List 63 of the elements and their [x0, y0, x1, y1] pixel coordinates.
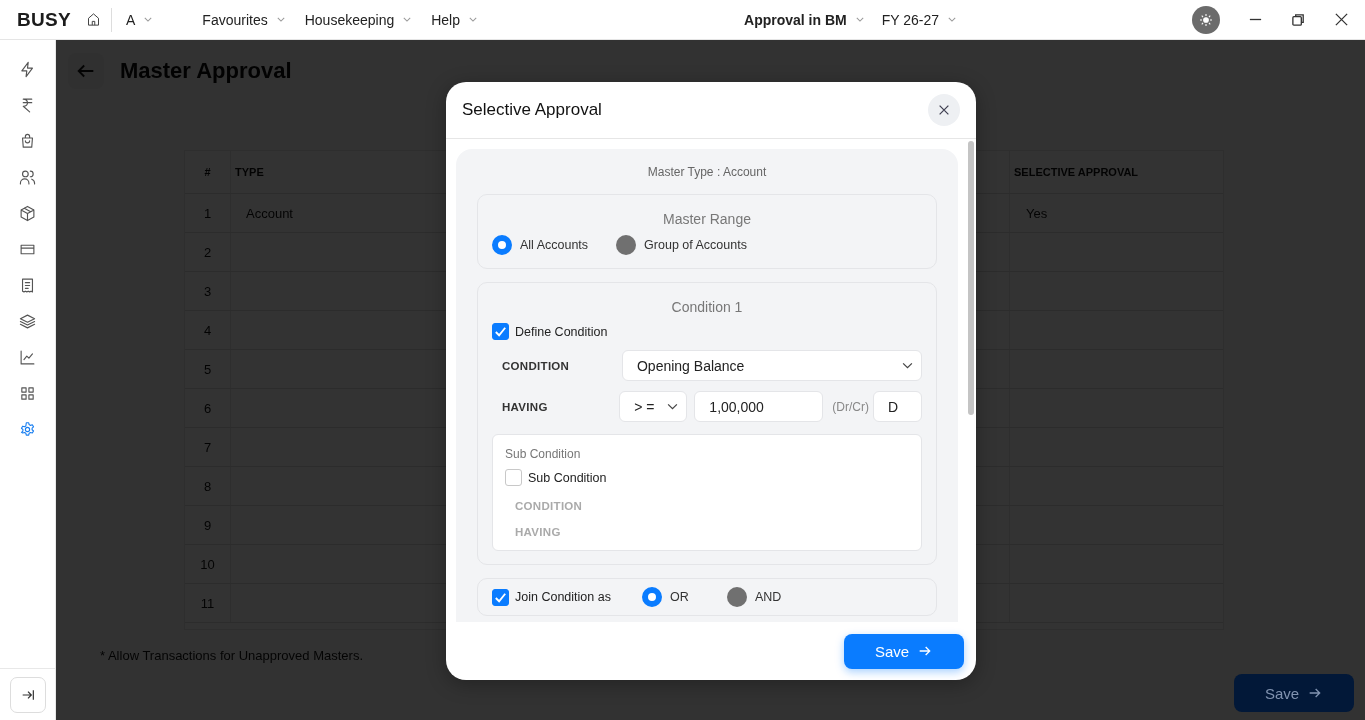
section-title: Sub Condition: [505, 447, 582, 461]
arrow-to-bar-icon: [20, 687, 36, 703]
close-icon[interactable]: [1334, 12, 1349, 27]
grid-icon[interactable]: [19, 385, 36, 402]
checkbox-label: Sub Condition: [528, 470, 607, 485]
line-chart-icon[interactable]: [19, 349, 36, 366]
dialog-title: Selective Approval: [462, 100, 602, 120]
menu-item[interactable]: Housekeeping: [304, 11, 412, 28]
save-button[interactable]: Save: [844, 633, 964, 669]
field-label: HAVING: [501, 400, 549, 413]
expand-sidebar-button[interactable]: [10, 677, 46, 713]
chevron-down-icon: [469, 17, 477, 22]
radio-label: OR: [670, 590, 689, 604]
scrollbar[interactable]: [968, 141, 974, 415]
sun-icon: [1198, 11, 1214, 28]
radio-button[interactable]: [616, 235, 637, 255]
dr-cr-field[interactable]: D: [873, 391, 922, 422]
save-button[interactable]: Save: [1234, 674, 1354, 712]
checkbox[interactable]: [492, 323, 509, 340]
chevron-down-icon: [276, 17, 285, 22]
bolt-icon[interactable]: [19, 61, 36, 78]
company-dropdown[interactable]: A: [126, 11, 153, 28]
settings-icon[interactable]: [19, 421, 36, 438]
radio-button[interactable]: [642, 587, 662, 607]
checkbox[interactable]: [492, 588, 509, 606]
radio-label: AND: [755, 590, 782, 604]
condition-select[interactable]: Opening Balance: [621, 350, 922, 381]
radio-button[interactable]: [727, 587, 747, 607]
chevron-down-icon: [667, 403, 679, 410]
home-icon[interactable]: [86, 12, 101, 27]
field-label: (Dr/Cr): [832, 399, 869, 414]
chevron-down-icon: [144, 17, 153, 22]
field-label: HAVING: [514, 526, 562, 538]
field-label: CONDITION: [514, 500, 584, 512]
chevron-down-icon: [855, 17, 864, 22]
chevron-down-icon: [948, 17, 957, 22]
shopping-bag-icon[interactable]: [19, 133, 36, 150]
master-type-label: Master Type : Account: [646, 165, 768, 179]
menu-item[interactable]: Favourites: [202, 11, 285, 28]
checkbox-label: Define Condition: [515, 324, 608, 339]
checkbox-label: Join Condition as: [515, 590, 611, 604]
radio-label: Group of Accounts: [644, 238, 747, 252]
restore-icon[interactable]: [1291, 12, 1306, 27]
context-dropdown[interactable]: Approval in BM: [744, 11, 864, 28]
section-title: Condition 1: [670, 299, 744, 315]
receipt-icon[interactable]: [19, 277, 36, 294]
logo: BUSY: [17, 8, 71, 31]
column-header: #: [185, 151, 231, 193]
section-title: Master Range: [662, 211, 752, 227]
chevron-down-icon: [403, 17, 412, 22]
chevron-down-icon: [902, 362, 913, 369]
year-dropdown[interactable]: FY 26-27: [881, 11, 957, 28]
field-label: CONDITION: [501, 359, 571, 372]
radio-button[interactable]: [492, 235, 512, 255]
operator-select[interactable]: > =: [619, 391, 688, 422]
radio-label: All Accounts: [520, 238, 589, 252]
close-icon: [937, 103, 951, 117]
amount-field[interactable]: 1,00,000: [694, 391, 824, 422]
cube-icon[interactable]: [19, 205, 36, 222]
users-icon[interactable]: [19, 169, 36, 186]
layers-icon[interactable]: [19, 313, 36, 330]
theme-button[interactable]: [1192, 5, 1220, 34]
menu-item[interactable]: Help: [431, 11, 477, 28]
